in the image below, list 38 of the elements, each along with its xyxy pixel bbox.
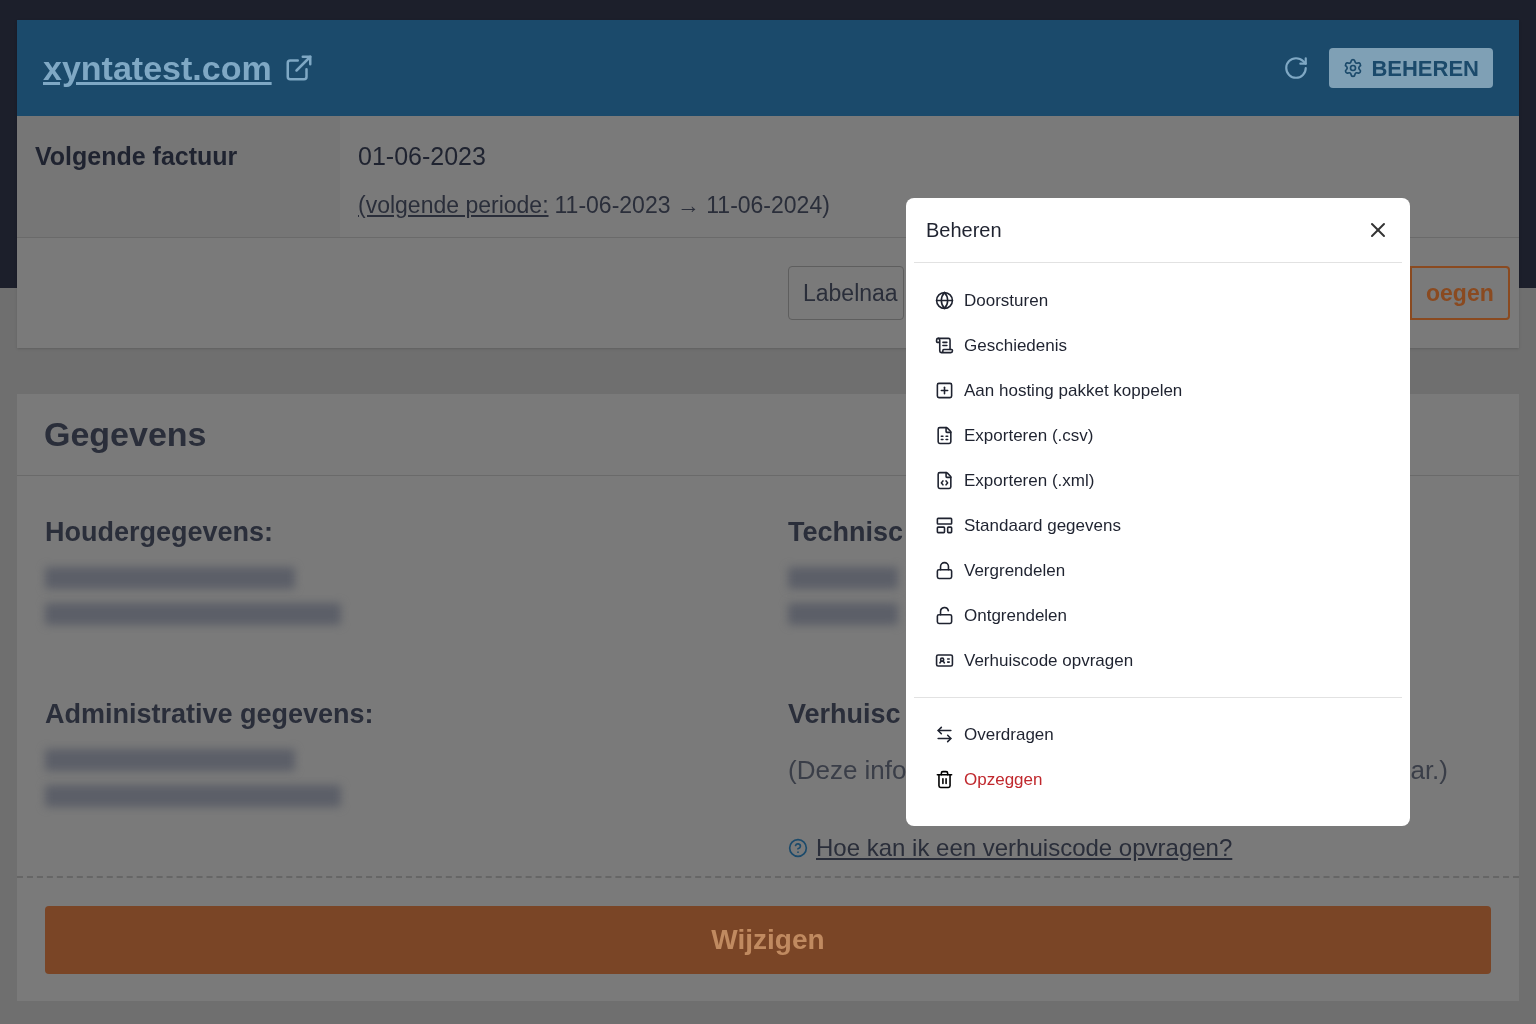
trash-icon bbox=[935, 770, 954, 789]
help-icon bbox=[788, 837, 808, 858]
section-heading: Technisc bbox=[788, 516, 904, 549]
menu-item[interactable]: Doorsturen bbox=[914, 278, 1402, 323]
unlock-icon bbox=[935, 606, 954, 625]
layout-icon bbox=[935, 516, 954, 535]
section-heading: Houdergegevens: bbox=[45, 516, 274, 549]
menu-item[interactable]: Vergrendelen bbox=[914, 548, 1402, 593]
domain-link[interactable]: xyntatest.com bbox=[43, 42, 272, 94]
note-text: (Deze info bbox=[788, 753, 907, 787]
section-title: Gegevens bbox=[44, 414, 207, 455]
dialog-title: Beheren bbox=[926, 218, 1002, 243]
menu-item[interactable]: Ontgrendelen bbox=[914, 593, 1402, 638]
invoice-label: Volgende factuur bbox=[35, 142, 238, 170]
invoice-date: 01-06-2023 bbox=[358, 141, 487, 172]
label-field[interactable]: Labelnaa bbox=[788, 266, 904, 320]
section-heading: Administrative gegevens: bbox=[45, 698, 374, 731]
menu-item[interactable]: Opzeggen bbox=[914, 757, 1402, 802]
scroll-icon bbox=[935, 336, 954, 355]
section-heading: Verhuisc bbox=[788, 698, 901, 731]
menu-item[interactable]: Overdragen bbox=[914, 712, 1402, 757]
gear-icon bbox=[1343, 58, 1364, 78]
menu-item[interactable]: Exporteren (.csv) bbox=[914, 413, 1402, 458]
menu-item[interactable]: Aan hosting pakket koppelen bbox=[914, 368, 1402, 413]
menu-item[interactable]: Geschiedenis bbox=[914, 323, 1402, 368]
transfer-icon bbox=[935, 725, 954, 744]
menu-item[interactable]: Exporteren (.xml) bbox=[914, 458, 1402, 503]
menu-item[interactable]: Standaard gegevens bbox=[914, 503, 1402, 548]
id-card-icon bbox=[935, 651, 954, 670]
period-dates: 11-06-2023 → 11-06-2024) bbox=[554, 190, 830, 220]
code-file-icon bbox=[935, 471, 954, 490]
refresh-icon[interactable] bbox=[1283, 55, 1310, 81]
globe-icon bbox=[935, 291, 954, 310]
plus-square-icon bbox=[935, 381, 954, 400]
menu-item[interactable]: Verhuiscode opvragen bbox=[914, 638, 1402, 683]
spreadsheet-file-icon bbox=[935, 426, 954, 445]
lock-icon bbox=[935, 561, 954, 580]
note-text: ar.) bbox=[1410, 753, 1448, 787]
